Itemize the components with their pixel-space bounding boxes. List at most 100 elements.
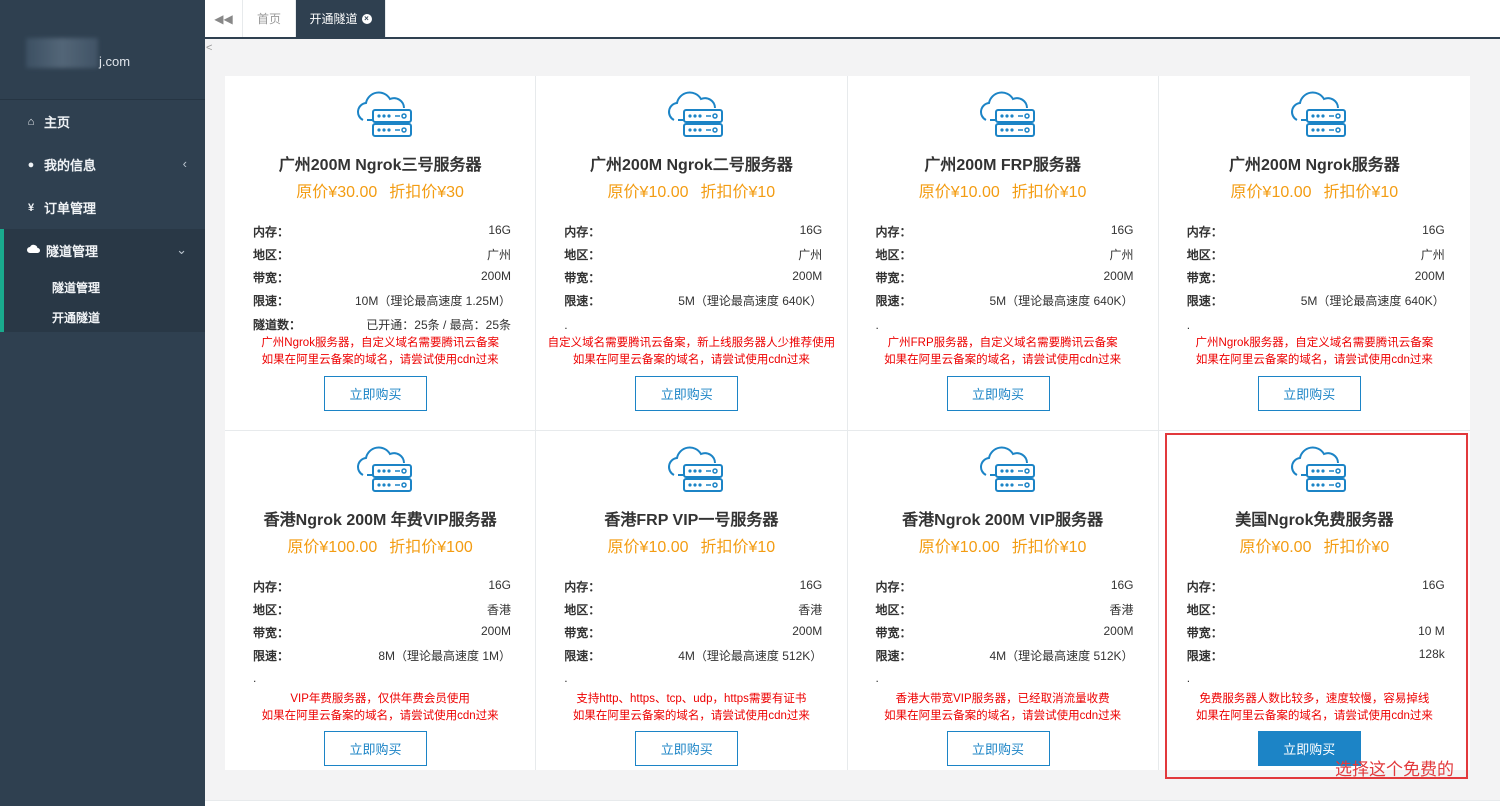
spec-value: 200M — [792, 269, 823, 283]
user-icon: ● — [27, 158, 35, 171]
price-line: 原价¥10.00 折扣价¥10 — [1159, 178, 1470, 202]
note-line-2: 如果在阿里云备案的域名，请尝试使用cdn过来 — [261, 354, 499, 366]
sidebar-subitem-tunnel-management[interactable]: 隧道管理 — [4, 272, 205, 302]
cloud-server-icon — [660, 90, 726, 140]
tab-bar: ◀◀ 首页 开通隧道 × — [205, 0, 1500, 39]
spec-value: 200M — [1103, 624, 1134, 638]
note-line-1: 支持http、https、tcp、udp，https需要有证书 — [576, 693, 807, 705]
original-price: 原价¥10.00 — [607, 184, 689, 201]
placeholder-dot: . — [875, 318, 879, 332]
spec-value: 200M — [480, 624, 511, 638]
price-line: 原价¥100.00 折扣价¥100 — [225, 533, 535, 557]
sidebar-nav: ⌂ 主页 ● 我的信息 ‹ ¥ 订单管理 隧道管理 ⌄ 隧道管理 开通隧道 — [0, 100, 205, 332]
chevron-left-icon: ‹ — [182, 156, 187, 171]
spec-value: 8M（理论最高速度 1M） — [378, 649, 511, 663]
buy-now-button[interactable]: 立即购买 — [946, 376, 1050, 411]
buy-now-button[interactable]: 立即购买 — [946, 731, 1050, 766]
spec-row-bw: 带宽： 200M — [876, 269, 1134, 289]
spec-label: 内存： — [875, 580, 912, 594]
spec-value: 200M — [1414, 269, 1445, 283]
cloud-server-icon — [349, 90, 415, 140]
spec-label: 限速： — [875, 294, 912, 308]
cloud-icon — [26, 244, 40, 257]
buy-now-button[interactable]: 立即购买 — [324, 731, 427, 766]
spec-row-limit: 限速： 5M（理论最高速度 640K） — [564, 292, 822, 312]
sidebar-subitem-open-tunnel[interactable]: 开通隧道 — [4, 302, 205, 332]
placeholder-dot: . — [564, 318, 568, 332]
spec-value: 香港 — [798, 603, 823, 617]
spec-label: 地区： — [875, 603, 912, 617]
note-line-1: 香港大带宽VIP服务器，已经取消流量收费 — [895, 693, 1110, 705]
discount-price: 折扣价¥30 — [389, 184, 464, 201]
spec-row-bw: 带宽： 10 M — [1187, 624, 1445, 644]
annotation-text: 选择这个免费的 — [1335, 760, 1454, 779]
spec-row-limit: 限速： 4M（理论最高速度 512K） — [876, 647, 1134, 667]
original-price: 原价¥10.00 — [607, 539, 689, 556]
spec-value: 200M — [480, 269, 511, 283]
spec-row-tunnels: 隧道数： 已开通：25条 / 最高：25条 — [253, 316, 511, 336]
chevron-down-icon: ⌄ — [176, 242, 187, 257]
sidebar-item-label: 主页 — [44, 115, 71, 130]
spec-label: 内存： — [253, 225, 290, 239]
buy-now-button[interactable]: 立即购买 — [1257, 376, 1361, 411]
spec-row-bw: 带宽： 200M — [876, 624, 1134, 644]
sidebar: j.com ⌂ 主页 ● 我的信息 ‹ ¥ 订单管理 隧道管理 ⌄ 隧道管理 开… — [0, 0, 205, 806]
sidebar-item-my-info[interactable]: ● 我的信息 ‹ — [0, 143, 205, 186]
spec-row-mem: 内存： 16G — [876, 578, 1134, 598]
original-price: 原价¥100.00 — [287, 539, 378, 556]
spec-label: 带宽： — [875, 626, 912, 640]
spec-label: 带宽： — [564, 626, 601, 640]
spec-label: 带宽： — [875, 271, 912, 285]
spec-value: 4M（理论最高速度 512K） — [989, 649, 1134, 663]
price-line: 原价¥10.00 折扣价¥10 — [848, 533, 1158, 557]
server-card: 广州200M FRP服务器 原价¥10.00 折扣价¥10 内存： 16G 地区： 广州 带宽… — [847, 76, 1159, 431]
spec-row-bw: 带宽： 200M — [253, 624, 511, 644]
price-line: 原价¥0.00 折扣价¥0 — [1159, 533, 1470, 557]
server-card: 美国Ngrok免费服务器 原价¥0.00 折扣价¥0 内存： 16G 地区： 带宽： 10 M… — [1159, 431, 1470, 770]
spec-label: 内存： — [1186, 580, 1223, 594]
server-title: 广州200M Ngrok服务器 — [1229, 157, 1400, 174]
original-price: 原价¥0.00 — [1239, 539, 1312, 556]
server-card: 香港FRP VIP一号服务器 原价¥10.00 折扣价¥10 内存： 16G 地区： 香港带… — [536, 431, 848, 770]
spec-label: 内存： — [564, 580, 601, 594]
server-grid: 广州200M Ngrok三号服务器 原价¥30.00 折扣价¥30 内存： 16G 地区：… — [225, 76, 1470, 770]
buy-now-button[interactable]: 立即购买 — [635, 376, 739, 411]
tab-scroll-left-button[interactable]: ◀◀ — [205, 0, 243, 37]
placeholder-dot: . — [875, 671, 879, 685]
spec-value: 5M（理论最高速度 640K） — [678, 294, 823, 308]
buy-now-button[interactable]: 立即购买 — [635, 731, 739, 766]
note-line-2: 如果在阿里云备案的域名，请尝试使用cdn过来 — [1195, 354, 1433, 366]
note-line-2: 如果在阿里云备案的域名，请尝试使用cdn过来 — [884, 354, 1122, 366]
spec-value: 16G — [1110, 223, 1134, 237]
spec-value: 16G — [488, 578, 511, 592]
spec-row-region: 地区： — [1187, 601, 1445, 621]
sidebar-item-home[interactable]: ⌂ 主页 — [0, 100, 205, 143]
sidebar-group-tunnels: 隧道管理 ⌄ 隧道管理 开通隧道 — [0, 229, 205, 332]
spec-row-limit: 限速： 10M（理论最高速度 1.25M） — [253, 292, 511, 312]
sidebar-item-tunnel-management[interactable]: 隧道管理 ⌄ — [4, 229, 205, 272]
server-title: 香港Ngrok 200M 年费VIP服务器 — [263, 512, 497, 529]
collapse-caret-icon[interactable]: < — [206, 42, 212, 54]
spec-value: 广州 — [798, 248, 823, 262]
spec-row-region: 地区： 广州 — [564, 246, 822, 266]
sidebar-item-orders[interactable]: ¥ 订单管理 — [0, 186, 205, 229]
close-icon[interactable]: × — [361, 13, 372, 24]
footer — [205, 800, 1500, 806]
spec-label: 带宽： — [253, 271, 290, 285]
tab-home[interactable]: 首页 — [243, 0, 296, 37]
spec-value: 5M（理论最高速度 640K） — [1300, 294, 1445, 308]
spec-row-region: 地区： 广州 — [253, 246, 511, 266]
cloud-server-icon — [349, 445, 415, 495]
server-title: 广州200M FRP服务器 — [924, 157, 1081, 174]
sidebar-item-label: 订单管理 — [44, 201, 97, 216]
spec-value: 16G — [1110, 578, 1134, 592]
server-card: 广州200M Ngrok二号服务器 原价¥10.00 折扣价¥10 内存： 16G 地区：… — [536, 76, 848, 431]
tab-open-tunnel[interactable]: 开通隧道 × — [296, 0, 386, 37]
buy-now-button[interactable]: 立即购买 — [324, 376, 427, 411]
cloud-server-icon — [1283, 445, 1349, 495]
spec-row-mem: 内存： 16G — [1187, 578, 1445, 598]
spec-label: 地区： — [1186, 248, 1223, 262]
discount-price: 折扣价¥10 — [1323, 184, 1399, 201]
server-title: 香港Ngrok 200M VIP服务器 — [902, 512, 1104, 529]
server-card: 广州200M Ngrok服务器 原价¥10.00 折扣价¥10 内存： 16G 地区： 广州… — [1158, 76, 1470, 431]
